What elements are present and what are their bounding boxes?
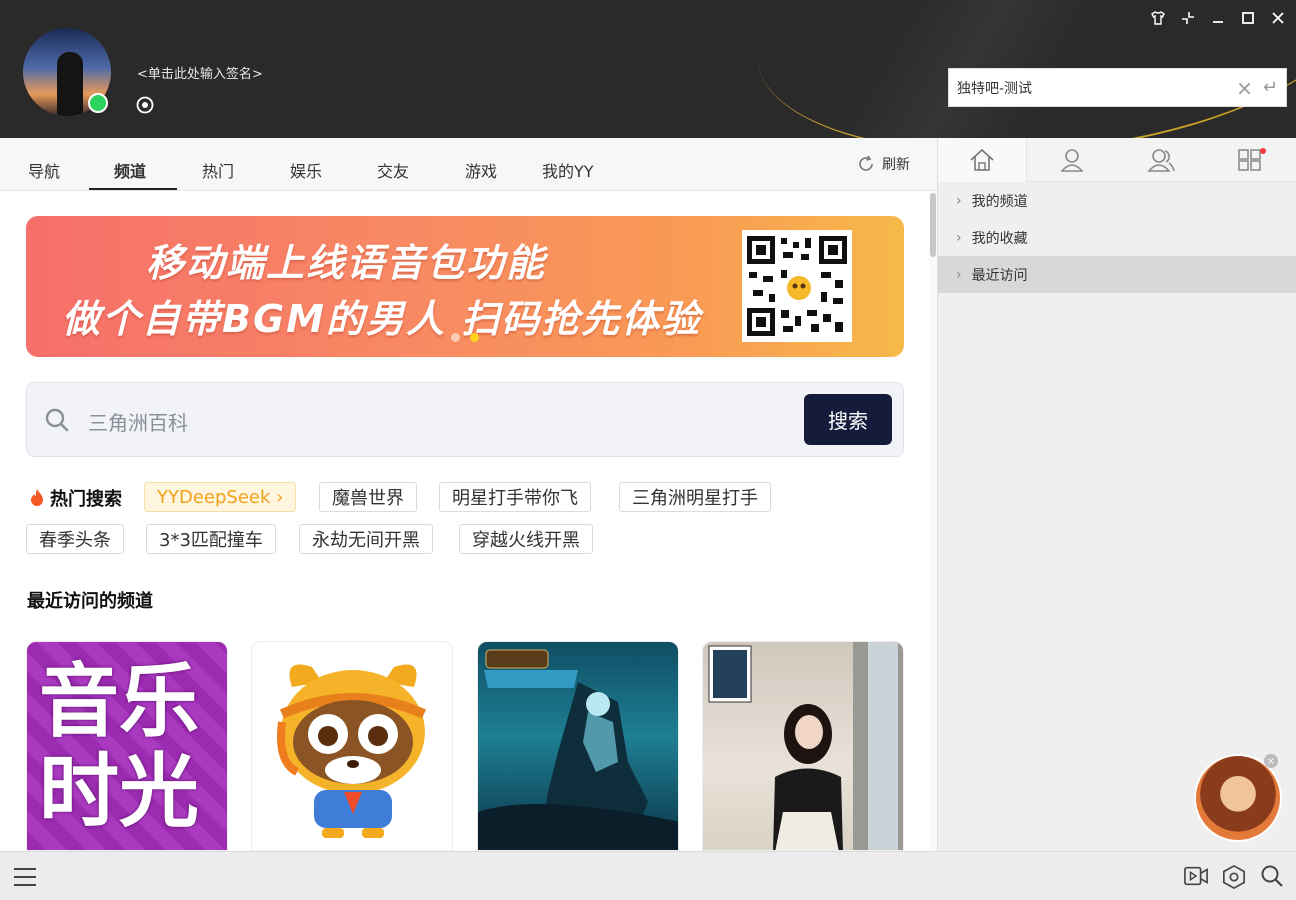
flame-icon: [31, 489, 43, 506]
hot-tag[interactable]: 穿越火线开黑: [459, 524, 593, 554]
apps-icon: [1237, 149, 1261, 171]
minimize-icon[interactable]: [1208, 8, 1228, 28]
tab-hot[interactable]: 热门: [202, 158, 234, 182]
tree-item-label: 我的频道: [971, 193, 1028, 210]
qr-code-image: [742, 230, 852, 342]
refresh-button[interactable]: 刷新: [856, 154, 910, 174]
yy-mascot-image: [277, 664, 427, 838]
hot-tag[interactable]: 春季头条: [26, 524, 124, 554]
bottom-toolbar: [0, 851, 1296, 900]
search-input[interactable]: 三角洲百科: [88, 407, 188, 436]
home-tab[interactable]: [938, 138, 1027, 182]
bottom-icon-group: [1184, 864, 1284, 890]
scrollbar-thumb[interactable]: [930, 193, 936, 257]
chevron-right-icon: ›: [956, 266, 962, 283]
user-icon: [1059, 149, 1084, 172]
promo-banner[interactable]: 移动端上线语音包功能 做个自带BGM的男人 扫码抢先体验: [26, 216, 904, 357]
restore-icon[interactable]: [1178, 8, 1198, 28]
warcraft-game-art-image: [478, 649, 678, 850]
users-icon: [1146, 149, 1175, 172]
right-panel-list: › 我的频道 › 我的收藏 › 最近访问: [938, 182, 1296, 293]
tree-item-label: 我的收藏: [971, 230, 1028, 247]
close-assistant-icon[interactable]: ×: [1264, 754, 1278, 768]
channel-card-warcraft[interactable]: [477, 641, 679, 851]
tree-item-favorites[interactable]: › 我的收藏: [938, 219, 1296, 256]
apps-tab[interactable]: [1205, 138, 1294, 182]
contacts-tab[interactable]: [1027, 138, 1116, 182]
signature-input[interactable]: <单击此处输入签名>: [137, 63, 263, 82]
maximize-icon[interactable]: [1238, 8, 1258, 28]
tab-navigation[interactable]: 导航: [28, 158, 60, 182]
eye-icon[interactable]: [136, 96, 154, 114]
channel-photo-image: [708, 642, 903, 850]
hot-tag[interactable]: 3*3匹配撞车: [146, 524, 276, 554]
tab-entertainment[interactable]: 娱乐: [290, 158, 322, 182]
card-title-line-1: 音乐: [39, 655, 199, 748]
channel-search-value[interactable]: 独特吧-测试: [957, 78, 1236, 98]
main-scrollbar[interactable]: [929, 191, 937, 851]
channel-card-music[interactable]: 音乐 时光: [26, 641, 228, 851]
tab-my-yy[interactable]: 我的YY: [542, 158, 594, 182]
search-icon: [45, 408, 69, 432]
tab-channel[interactable]: 频道: [114, 158, 146, 182]
settings-hex-icon[interactable]: [1222, 864, 1246, 890]
close-icon[interactable]: [1268, 8, 1288, 28]
right-panel: › 我的频道 › 我的收藏 › 最近访问 ×: [937, 138, 1296, 851]
groups-tab[interactable]: [1116, 138, 1205, 182]
right-panel-tabs: [938, 138, 1296, 182]
recent-channels-title: 最近访问的频道: [27, 591, 153, 612]
chevron-right-icon: ›: [956, 192, 962, 209]
notification-dot: [1260, 148, 1266, 154]
window-controls: [1148, 8, 1288, 28]
shirt-icon[interactable]: [1148, 8, 1168, 28]
search-button[interactable]: 搜索: [804, 394, 892, 445]
active-tab-indicator: [89, 188, 177, 190]
hot-tag-yydeepseek[interactable]: YYDeepSeek ›: [144, 482, 297, 512]
card-title-line-2: 时光: [39, 745, 199, 838]
hot-search-title: 热门搜索: [50, 489, 122, 510]
refresh-label: 刷新: [882, 157, 910, 173]
clear-icon[interactable]: ×: [1236, 76, 1253, 100]
hot-tag[interactable]: 明星打手带你飞: [439, 482, 591, 512]
search-icon[interactable]: [1260, 864, 1284, 888]
main-content: 移动端上线语音包功能 做个自带BGM的男人 扫码抢先体验 三角洲百科 搜索 热门…: [0, 191, 937, 851]
home-icon: [970, 148, 994, 171]
chevron-right-icon: ›: [956, 229, 962, 246]
online-status-dot: [88, 93, 108, 113]
avatar-silhouette: [57, 52, 83, 116]
channel-card-photo[interactable]: [702, 641, 904, 851]
tree-item-label: 最近访问: [971, 267, 1028, 284]
search-bar[interactable]: 三角洲百科 搜索: [26, 382, 904, 457]
top-header: <单击此处输入签名> 独特吧-测试 × ↵: [0, 0, 1296, 138]
main-tabs: 导航 频道 热门 娱乐 交友 游戏 我的YY 刷新: [0, 138, 937, 191]
carousel-dot-active[interactable]: [470, 333, 479, 342]
video-icon[interactable]: [1184, 864, 1208, 888]
tree-item-recent[interactable]: › 最近访问: [938, 256, 1296, 293]
tab-games[interactable]: 游戏: [465, 158, 497, 182]
enter-icon[interactable]: ↵: [1263, 77, 1278, 98]
channel-card-mascot[interactable]: [251, 641, 453, 851]
hot-search-label: 热门搜索: [28, 485, 122, 511]
tree-item-my-channels[interactable]: › 我的频道: [938, 182, 1296, 219]
hot-tag[interactable]: 三角洲明星打手: [619, 482, 771, 512]
hot-tag[interactable]: 永劫无间开黑: [299, 524, 433, 554]
refresh-icon: [859, 155, 873, 171]
carousel-dot[interactable]: [451, 333, 460, 342]
tab-social[interactable]: 交友: [377, 158, 409, 182]
menu-icon[interactable]: [13, 866, 37, 888]
banner-line-2: 做个自带BGM的男人 扫码抢先体验: [62, 297, 702, 341]
hot-tag[interactable]: 魔兽世界: [319, 482, 417, 512]
banner-line-1: 移动端上线语音包功能: [146, 241, 547, 285]
carousel-dots: [451, 333, 479, 342]
channel-search-field[interactable]: 独特吧-测试 × ↵: [948, 68, 1287, 107]
